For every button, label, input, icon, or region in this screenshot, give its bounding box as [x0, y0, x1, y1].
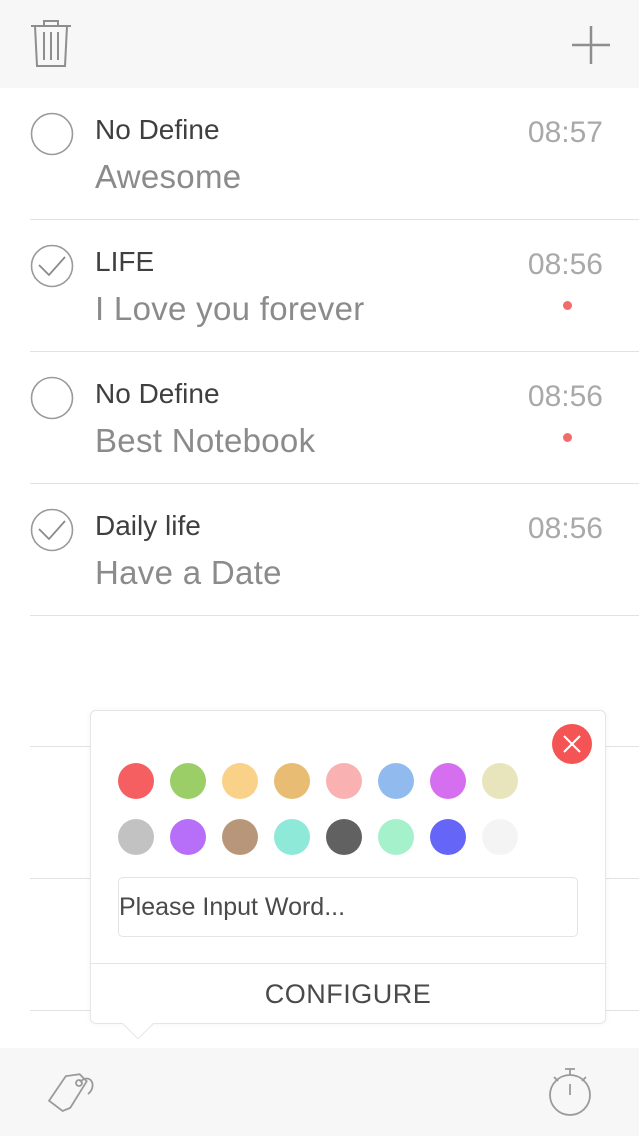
note-time: 08:56	[527, 380, 603, 413]
note-text: Have a Date	[95, 554, 282, 591]
trash-icon[interactable]	[28, 16, 74, 70]
color-swatch[interactable]	[326, 819, 362, 855]
note-text: I Love you forever	[95, 290, 365, 327]
note-row[interactable]: No Define Best Notebook 08:56	[0, 352, 639, 484]
color-swatch[interactable]	[430, 819, 466, 855]
top-toolbar	[0, 0, 639, 88]
reminder-dot	[563, 301, 572, 310]
note-row[interactable]: No Define Awesome 08:57	[0, 88, 639, 220]
close-button[interactable]	[552, 724, 592, 764]
stopwatch-icon[interactable]	[546, 1066, 594, 1118]
color-swatch[interactable]	[118, 819, 154, 855]
close-icon	[563, 735, 581, 753]
note-time: 08:57	[527, 116, 603, 149]
unchecked-circle-icon[interactable]	[30, 112, 74, 156]
color-swatch[interactable]	[222, 763, 258, 799]
color-swatch[interactable]	[482, 819, 518, 855]
color-swatch[interactable]	[274, 763, 310, 799]
note-category: No Define	[95, 378, 220, 409]
color-swatch[interactable]	[378, 763, 414, 799]
bottom-toolbar	[0, 1048, 639, 1136]
note-text: Awesome	[95, 158, 242, 195]
note-category: LIFE	[95, 246, 155, 277]
color-swatch[interactable]	[222, 819, 258, 855]
note-time: 08:56	[527, 248, 603, 281]
note-category: Daily life	[95, 510, 201, 541]
note-category: No Define	[95, 114, 220, 145]
tag-icon[interactable]	[44, 1068, 98, 1116]
note-text: Best Notebook	[95, 422, 316, 459]
unchecked-circle-icon[interactable]	[30, 376, 74, 420]
note-time: 08:56	[527, 512, 603, 545]
color-swatch[interactable]	[326, 763, 362, 799]
note-row[interactable]: Daily life Have a Date 08:56	[0, 484, 639, 616]
color-swatch[interactable]	[118, 763, 154, 799]
checked-circle-icon[interactable]	[30, 508, 74, 552]
checked-circle-icon[interactable]	[30, 244, 74, 288]
color-swatch[interactable]	[170, 819, 206, 855]
configure-button[interactable]: CONFIGURE	[91, 964, 605, 1024]
plus-icon[interactable]	[568, 22, 614, 68]
color-swatch[interactable]	[482, 763, 518, 799]
color-swatch[interactable]	[274, 819, 310, 855]
word-input[interactable]	[118, 877, 578, 937]
category-popover: CONFIGURE	[90, 710, 606, 1040]
note-row[interactable]: LIFE I Love you forever 08:56	[0, 220, 639, 352]
color-swatch[interactable]	[378, 819, 414, 855]
reminder-dot	[563, 433, 572, 442]
color-swatch[interactable]	[170, 763, 206, 799]
row-divider	[30, 615, 639, 616]
color-swatch[interactable]	[430, 763, 466, 799]
